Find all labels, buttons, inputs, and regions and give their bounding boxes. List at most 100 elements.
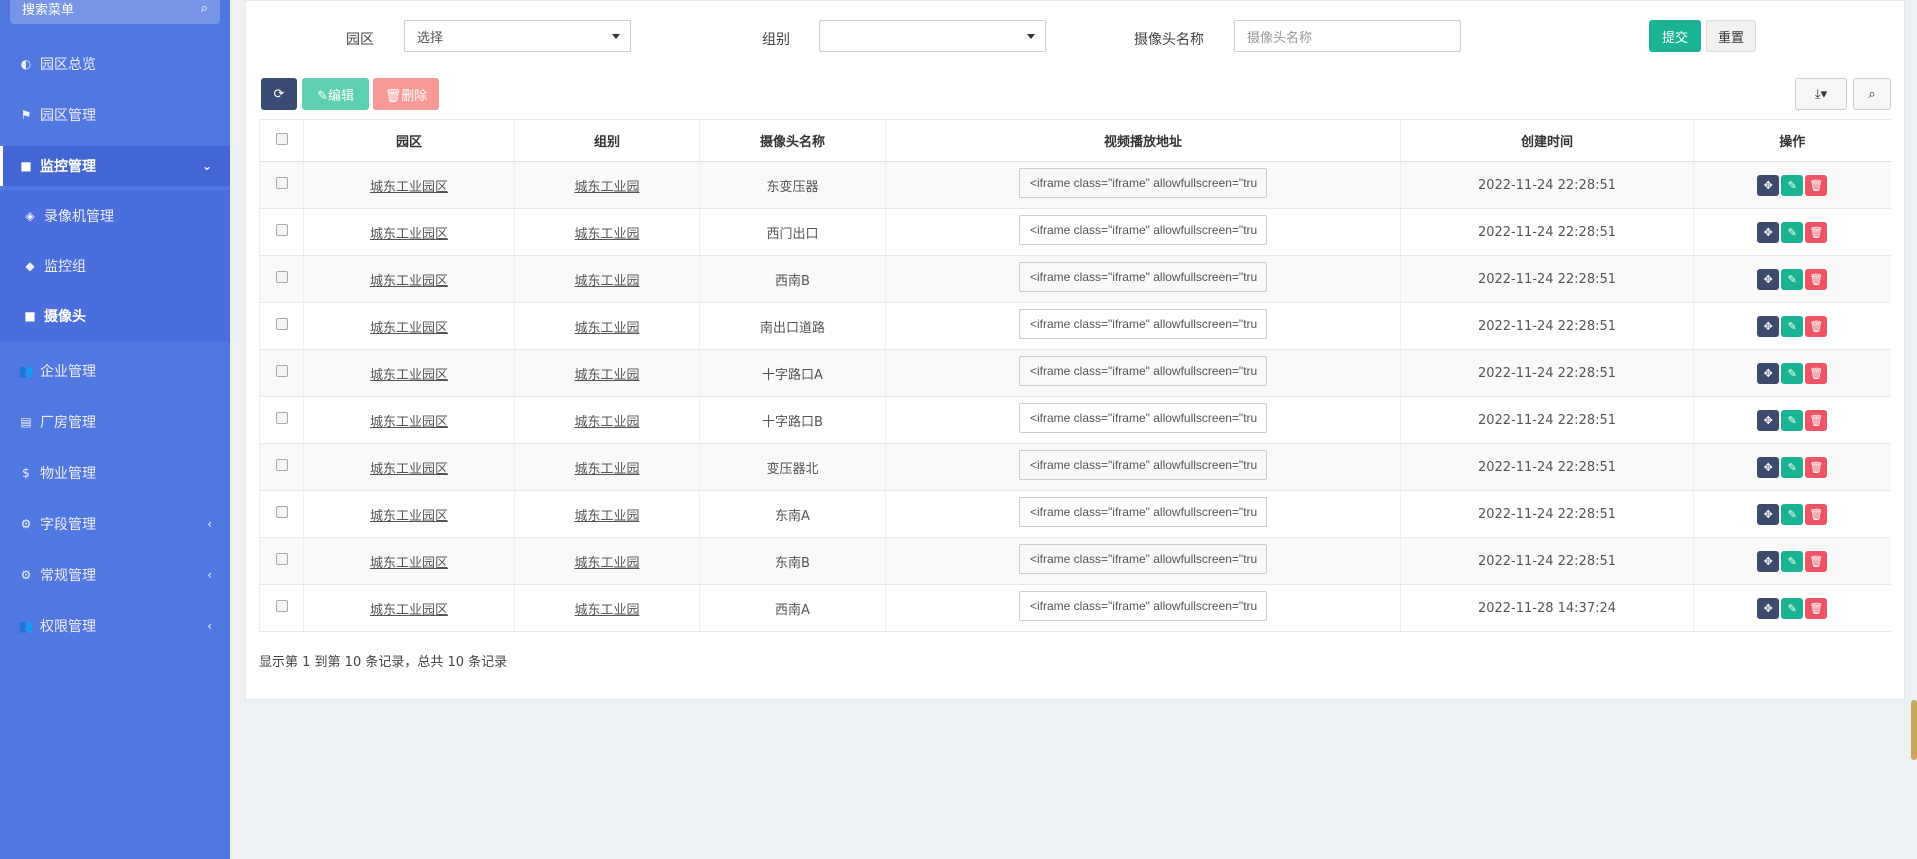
delete-button[interactable]: 🗑删除 [373,78,439,110]
sidebar-item-factory[interactable]: ▤ 厂房管理 [0,402,230,442]
sidebar-item-park-overview[interactable]: ◐ 园区总览 [0,44,230,84]
table-row[interactable]: 城东工业园区 城东工业园 西南A <iframe class="iframe" all… [259,584,1891,632]
table-row[interactable]: 城东工业园区 城东工业园 十字路口A <iframe class="iframe" a… [259,349,1891,397]
row-select-cell[interactable] [259,208,304,256]
refresh-button[interactable]: ⟳ [261,78,297,110]
column-header-video-url[interactable]: 视频播放地址 [885,119,1401,162]
edit-icon[interactable]: ✎ [1781,174,1804,196]
table-row[interactable]: 城东工业园区 城东工业园 东南B <iframe class="iframe" all… [259,537,1891,585]
video-url-field[interactable]: <iframe class="iframe" allowfullscreen="… [1019,591,1267,621]
table-row[interactable]: 城东工业园区 城东工业园 变压器北 <iframe class="iframe" al… [259,443,1891,491]
trash-icon[interactable]: 🗑 [1805,174,1828,196]
sidebar-subitem-monitor-group[interactable]: ◆ 监控组 [0,246,230,286]
camera-name-input[interactable]: 摄像头名称 [1234,20,1461,52]
move-icon[interactable]: ✥ [1757,268,1780,290]
park-link[interactable]: 城东工业园区 [370,368,448,383]
row-select-cell[interactable] [259,161,304,209]
move-icon[interactable]: ✥ [1757,409,1780,431]
row-checkbox[interactable] [275,600,288,612]
edit-icon[interactable]: ✎ [1781,503,1804,525]
group-link[interactable]: 城东工业园 [574,368,639,383]
edit-icon[interactable]: ✎ [1781,409,1804,431]
edit-icon[interactable]: ✎ [1781,597,1804,619]
group-select[interactable] [819,20,1046,52]
row-select-cell[interactable] [259,302,304,350]
park-link[interactable]: 城东工业园区 [370,509,448,524]
video-url-field[interactable]: <iframe class="iframe" allowfullscreen="… [1019,544,1267,574]
table-search-button[interactable]: ⌕ [1853,78,1891,110]
menu-search-input[interactable]: 搜索菜单 ⌕ [10,0,220,24]
move-icon[interactable]: ✥ [1757,503,1780,525]
row-checkbox[interactable] [275,177,288,189]
trash-icon[interactable]: 🗑 [1805,315,1828,337]
row-checkbox[interactable] [275,224,288,236]
row-select-cell[interactable] [259,396,304,444]
video-url-field[interactable]: <iframe class="iframe" allowfullscreen="… [1019,309,1267,339]
park-link[interactable]: 城东工业园区 [370,321,448,336]
table-row[interactable]: 城东工业园区 城东工业园 十字路口B <iframe class="iframe" a… [259,396,1891,444]
move-icon[interactable]: ✥ [1757,221,1780,243]
video-url-field[interactable]: <iframe class="iframe" allowfullscreen="… [1019,168,1267,198]
page-scrollbar[interactable] [1911,700,1917,760]
table-row[interactable]: 城东工业园区 城东工业园 南出口道路 <iframe class="iframe" a… [259,302,1891,350]
trash-icon[interactable]: 🗑 [1805,503,1828,525]
row-select-cell[interactable] [259,349,304,397]
sidebar-item-monitor-management[interactable]: ■ 监控管理 ⌄ [0,146,230,186]
edit-button[interactable]: ✎编辑 [302,78,369,110]
group-link[interactable]: 城东工业园 [574,462,639,477]
park-link[interactable]: 城东工业园区 [370,603,448,618]
video-url-field[interactable]: <iframe class="iframe" allowfullscreen="… [1019,356,1267,386]
video-url-field[interactable]: <iframe class="iframe" allowfullscreen="… [1019,215,1267,245]
video-url-field[interactable]: <iframe class="iframe" allowfullscreen="… [1019,262,1267,292]
park-link[interactable]: 城东工业园区 [370,227,448,242]
sidebar-subitem-camera[interactable]: ■ 摄像头 [0,296,230,336]
export-button[interactable]: ⤓▾ [1795,78,1847,110]
column-header-camera-name[interactable]: 摄像头名称 [699,119,886,162]
trash-icon[interactable]: 🗑 [1805,409,1828,431]
park-select[interactable]: 选择 [404,20,631,52]
select-all-cell[interactable] [259,119,304,162]
group-link[interactable]: 城东工业园 [574,274,639,289]
park-link[interactable]: 城东工业园区 [370,274,448,289]
group-link[interactable]: 城东工业园 [574,180,639,195]
row-checkbox[interactable] [275,271,288,283]
sidebar-item-park-management[interactable]: ⚑ 园区管理 [0,95,230,135]
group-link[interactable]: 城东工业园 [574,603,639,618]
edit-icon[interactable]: ✎ [1781,362,1804,384]
edit-icon[interactable]: ✎ [1781,456,1804,478]
column-header-group[interactable]: 组别 [514,119,700,162]
sidebar-item-permissions[interactable]: 👥 权限管理 ‹ [0,606,230,646]
sidebar-item-general[interactable]: ⚙ 常规管理 ‹ [0,555,230,595]
move-icon[interactable]: ✥ [1757,174,1780,196]
row-select-cell[interactable] [259,490,304,538]
reset-button[interactable]: 重置 [1706,20,1756,52]
sidebar-item-fields[interactable]: ⚙ 字段管理 ‹ [0,504,230,544]
table-row[interactable]: 城东工业园区 城东工业园 东南A <iframe class="iframe" all… [259,490,1891,538]
sidebar-item-property[interactable]: $ 物业管理 [0,453,230,493]
column-header-park[interactable]: 园区 [303,119,515,162]
column-header-created-time[interactable]: 创建时间 [1400,119,1694,162]
group-link[interactable]: 城东工业园 [574,321,639,336]
video-url-field[interactable]: <iframe class="iframe" allowfullscreen="… [1019,497,1267,527]
video-url-field[interactable]: <iframe class="iframe" allowfullscreen="… [1019,450,1267,480]
sidebar-item-enterprise[interactable]: 👥 企业管理 [0,351,230,391]
edit-icon[interactable]: ✎ [1781,221,1804,243]
row-select-cell[interactable] [259,255,304,303]
trash-icon[interactable]: 🗑 [1805,362,1828,384]
row-checkbox[interactable] [275,506,288,518]
group-link[interactable]: 城东工业园 [574,509,639,524]
edit-icon[interactable]: ✎ [1781,268,1804,290]
move-icon[interactable]: ✥ [1757,315,1780,337]
move-icon[interactable]: ✥ [1757,456,1780,478]
row-checkbox[interactable] [275,412,288,424]
trash-icon[interactable]: 🗑 [1805,268,1828,290]
row-checkbox[interactable] [275,553,288,565]
trash-icon[interactable]: 🗑 [1805,456,1828,478]
group-link[interactable]: 城东工业园 [574,227,639,242]
move-icon[interactable]: ✥ [1757,597,1780,619]
table-row[interactable]: 城东工业园区 城东工业园 西南B <iframe class="iframe" all… [259,255,1891,303]
row-checkbox[interactable] [275,318,288,330]
trash-icon[interactable]: 🗑 [1805,221,1828,243]
park-link[interactable]: 城东工业园区 [370,415,448,430]
submit-button[interactable]: 提交 [1649,20,1701,52]
